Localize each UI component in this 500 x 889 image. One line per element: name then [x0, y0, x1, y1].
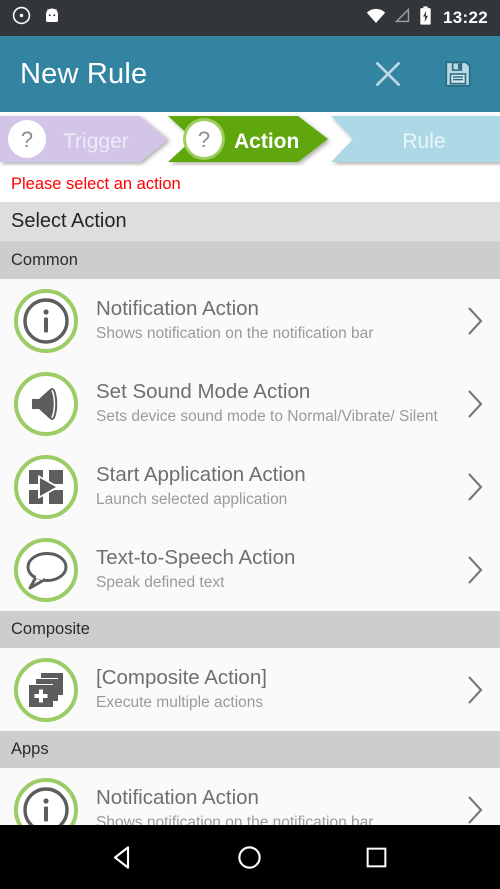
chevron-right-icon [460, 553, 490, 587]
alarm-icon [12, 6, 31, 30]
list-item-subtitle: Sets device sound mode to Normal/Vibrate… [96, 408, 438, 426]
android-navigation-bar [0, 825, 500, 889]
breadcrumb: ? Trigger ? Action Rule [0, 112, 500, 166]
close-button[interactable] [368, 54, 408, 94]
breadcrumb-step-action-label: Action [234, 130, 299, 153]
list-item[interactable]: Notification Action Shows notification o… [0, 768, 500, 825]
list-item-subtitle: Speak defined text [96, 574, 225, 592]
list-item-title: Notification Action [96, 297, 259, 321]
info-circle-icon [14, 777, 78, 825]
android-head-icon [43, 7, 61, 30]
nav-home-button[interactable] [220, 833, 280, 881]
list-title-header: Select Action [0, 202, 500, 242]
status-bar: 13:22 [0, 0, 500, 36]
section-label: Common [11, 251, 78, 269]
list-item-title: Text-to-Speech Action [96, 546, 296, 570]
action-list[interactable]: Select Action Common Notification Action… [0, 202, 500, 825]
nav-recents-button[interactable] [347, 833, 407, 881]
list-item-subtitle: Shows notification on the notification b… [96, 814, 374, 825]
chevron-right-icon [460, 470, 490, 504]
list-item-text: Notification Action Shows notification o… [78, 297, 460, 344]
chevron-right-icon [460, 673, 490, 707]
status-bar-left-icons [12, 6, 61, 30]
list-item-subtitle: Shows notification on the notification b… [96, 325, 374, 343]
page-title: New Rule [20, 57, 148, 90]
breadcrumb-step-action[interactable]: ? Action [168, 116, 328, 162]
cell-signal-icon [394, 7, 411, 29]
list-item-text: Text-to-Speech Action Speak defined text [78, 546, 460, 593]
list-item-title: [Composite Action] [96, 666, 267, 690]
chevron-right-icon [460, 793, 490, 826]
list-item[interactable]: [Composite Action] Execute multiple acti… [0, 648, 500, 731]
error-message: Please select an action [11, 174, 181, 193]
status-bar-right-icons: 13:22 [366, 6, 488, 30]
list-item-text: [Composite Action] Execute multiple acti… [78, 666, 460, 713]
status-bar-clock: 13:22 [443, 8, 488, 27]
list-item-text: Set Sound Mode Action Sets device sound … [78, 380, 460, 427]
home-circle-icon [238, 845, 262, 869]
app-bar: New Rule [0, 36, 500, 112]
breadcrumb-step-trigger-label: Trigger [63, 130, 129, 153]
breadcrumb-step-action-badge: ? [198, 127, 210, 152]
list-item-title: Notification Action [96, 786, 259, 810]
save-icon [445, 61, 471, 87]
list-item[interactable]: Set Sound Mode Action Sets device sound … [0, 362, 500, 445]
chevron-right-icon [460, 304, 490, 338]
wifi-icon [366, 7, 386, 29]
app-bar-actions [368, 54, 478, 94]
section-header-composite: Composite [0, 611, 500, 648]
breadcrumb-step-trigger[interactable]: ? Trigger [0, 116, 168, 162]
error-message-bar: Please select an action [0, 166, 500, 202]
list-title: Select Action [11, 210, 127, 232]
app-grid-play-icon [14, 454, 78, 519]
section-label: Apps [11, 740, 49, 758]
speaker-icon [14, 371, 78, 436]
info-circle-icon [14, 288, 78, 353]
speech-bubble-icon [14, 537, 78, 602]
back-triangle-icon [113, 845, 129, 869]
section-header-common: Common [0, 242, 500, 279]
list-item-subtitle: Execute multiple actions [96, 694, 264, 712]
list-item[interactable]: Start Application Action Launch selected… [0, 445, 500, 528]
breadcrumb-step-trigger-badge: ? [21, 127, 33, 152]
section-header-apps: Apps [0, 731, 500, 768]
section-label: Composite [11, 620, 90, 638]
stacked-layers-plus-icon [14, 657, 78, 722]
list-item-title: Set Sound Mode Action [96, 380, 311, 404]
list-item-text: Notification Action Shows notification o… [78, 786, 460, 825]
battery-charging-icon [419, 6, 432, 30]
list-item[interactable]: Text-to-Speech Action Speak defined text [0, 528, 500, 611]
list-item-title: Start Application Action [96, 463, 306, 487]
close-icon [376, 62, 400, 86]
recents-square-icon [366, 847, 387, 867]
chevron-right-icon [460, 387, 490, 421]
list-item[interactable]: Notification Action Shows notification o… [0, 279, 500, 362]
nav-back-button[interactable] [93, 833, 153, 881]
phone-screen: 13:22 New Rule ? Trigger ? Action Rule P… [0, 0, 500, 889]
list-item-text: Start Application Action Launch selected… [78, 463, 460, 510]
save-button[interactable] [438, 54, 478, 94]
breadcrumb-step-rule-label: Rule [402, 130, 445, 153]
list-item-subtitle: Launch selected application [96, 491, 288, 509]
breadcrumb-step-rule[interactable]: Rule [331, 116, 500, 162]
